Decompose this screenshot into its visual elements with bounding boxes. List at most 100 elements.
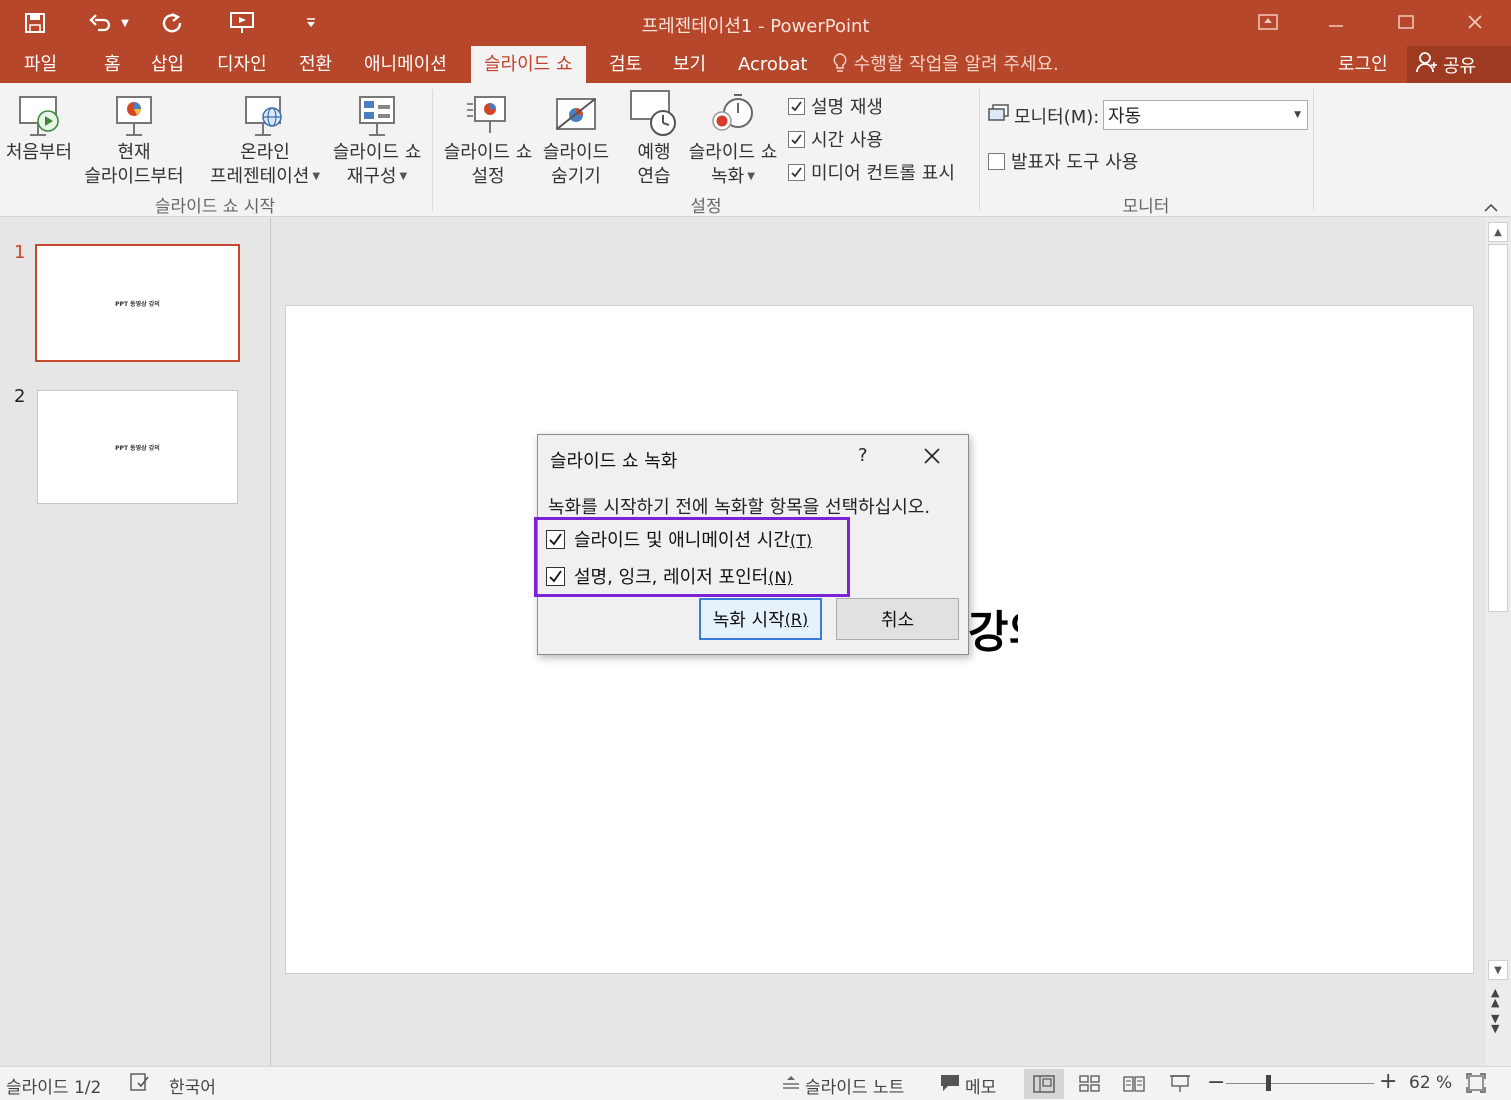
record-slideshow-button[interactable]: 슬라이드 쇼 녹화 ▼ [684,89,782,189]
setup-slideshow-button[interactable]: 슬라이드 쇼 설정 [438,89,538,189]
rehearse-clock-icon [628,89,680,139]
slide-title-text[interactable]: 강의 [968,596,1018,660]
language-indicator[interactable]: 한국어 [169,1073,216,1098]
start-group-label: 슬라이드 쇼 시작 [154,197,276,217]
thumbnail-number: 2 [14,386,26,407]
zoom-level[interactable]: 62 % [1409,1073,1452,1093]
slideshow-current-icon [80,89,188,139]
slide-animation-timings-checkbox[interactable]: 슬라이드 및 애니메이션 시간(T) [546,526,812,552]
monitor-icon [988,103,1010,129]
chevron-down-icon: ▼ [747,171,755,182]
notes-button[interactable]: 슬라이드 노트 [782,1073,904,1098]
presenter-view-label: 발표자 도구 사용 [1011,152,1139,173]
reading-view-icon [1123,1076,1145,1092]
rehearse-label-2: 연습 [637,166,671,187]
thumbnail-text: PPT 동영상 강의 [115,300,160,308]
ribbon-display-options-icon[interactable] [1248,6,1288,38]
option2-label: 설명, 잉크, 레이저 포인터 [574,567,769,588]
checkbox-checked-icon [788,130,805,148]
use-timings-checkbox[interactable]: 시간 사용 [788,126,883,152]
normal-view-button[interactable] [1024,1069,1064,1099]
checkbox-checked-icon [788,97,805,115]
close-icon[interactable] [1455,6,1495,38]
custom-slideshow-button[interactable]: 슬라이드 쇼 재구성 ▼ [328,89,426,189]
tab-transitions[interactable]: 전환 [299,46,332,83]
custom-slideshow-icon [328,89,426,139]
zoom-slider-track[interactable] [1226,1083,1374,1084]
scrollbar-thumb[interactable] [1488,244,1508,612]
status-bar: 슬라이드 1/2 한국어 슬라이드 노트 메모 − + 62 % [0,1066,1511,1100]
slideshow-play-icon [4,89,74,139]
custom-slideshow-label-1: 슬라이드 쇼 [332,142,422,163]
login-link[interactable]: 로그인 [1338,46,1388,83]
start-recording-button[interactable]: 녹화 시작 (R) [699,598,822,640]
tab-view[interactable]: 보기 [673,46,706,83]
fit-to-window-icon[interactable] [1466,1073,1486,1093]
comment-icon [940,1074,960,1097]
checkbox-checked-icon [546,529,565,549]
from-current-button[interactable]: 현재 슬라이드부터 [80,89,188,189]
hide-slide-button[interactable]: 슬라이드 숨기기 [540,89,612,189]
checkbox-checked-icon [546,566,565,586]
start-recording-label: 녹화 시작 [712,610,785,631]
narrations-ink-laser-checkbox[interactable]: 설명, 잉크, 레이저 포인터(N) [546,563,793,589]
maximize-icon[interactable] [1386,6,1426,38]
rehearse-timings-button[interactable]: 예행 연습 [628,89,680,189]
comments-label: 메모 [965,1078,997,1098]
slide-count: 슬라이드 1/2 [6,1078,102,1098]
tab-design[interactable]: 디자인 [217,46,267,83]
record-slideshow-icon [684,89,782,139]
previous-slide-icon[interactable]: ▲ ▲ [1491,987,1499,1008]
ribbon-tab-bar: 파일 홈 삽입 디자인 전환 애니메이션 슬라이드 쇼 검토 보기 Acroba… [0,46,1511,83]
tab-acrobat[interactable]: Acrobat [738,46,807,83]
record-slideshow-label-1: 슬라이드 쇼 [688,142,778,163]
scroll-up-icon[interactable]: ▲ [1488,222,1508,242]
vertical-scrollbar[interactable]: ▲ ▼ ▲ ▲ ▼ ▼ [1484,218,1511,1066]
slide-sorter-button[interactable] [1070,1069,1110,1099]
zoom-in-icon[interactable]: + [1379,1069,1397,1094]
spell-check-icon[interactable] [130,1073,150,1091]
chevron-down-icon: ▼ [1294,110,1301,120]
slideshow-view-button[interactable] [1160,1069,1200,1099]
collapse-ribbon-icon[interactable] [1484,197,1500,212]
tab-insert[interactable]: 삽입 [151,46,184,83]
custom-slideshow-label-2: 재구성 [346,166,397,187]
lightbulb-icon [832,53,854,75]
hide-slide-label-1: 슬라이드 [542,142,610,163]
tab-file[interactable]: 파일 [24,46,57,83]
tab-home[interactable]: 홈 [104,46,121,83]
share-button[interactable]: 공유 [1407,46,1511,83]
zoom-slider-handle[interactable] [1266,1075,1271,1091]
from-beginning-button[interactable]: 처음부터 [4,89,74,165]
tab-review[interactable]: 검토 [609,46,642,83]
comments-button[interactable]: 메모 [940,1073,996,1098]
zoom-out-icon[interactable]: − [1207,1070,1225,1095]
reading-view-button[interactable] [1114,1069,1154,1099]
minimize-icon[interactable] [1316,6,1356,38]
tell-me-box[interactable]: 수행할 작업을 알려 주세요. [832,46,1059,83]
tab-animations[interactable]: 애니메이션 [364,46,447,83]
tab-slide-show[interactable]: 슬라이드 쇼 [471,46,586,83]
use-timings-label: 시간 사용 [811,130,883,151]
notes-icon [782,1075,800,1096]
monitor-dropdown[interactable]: 자동 ▼ [1103,100,1308,130]
present-online-label-2: 프레젠테이션 [209,166,310,187]
show-media-controls-checkbox[interactable]: 미디어 컨트롤 표시 [788,159,955,185]
help-icon[interactable]: ? [858,445,868,466]
share-label: 공유 [1443,55,1477,77]
tell-me-text: 수행할 작업을 알려 주세요. [853,54,1059,75]
dialog-close-icon[interactable] [923,447,943,467]
presenter-view-checkbox[interactable]: 발표자 도구 사용 [988,148,1138,174]
cancel-button[interactable]: 취소 [836,598,959,640]
thumbnail-text: PPT 동영상 강의 [115,444,160,452]
scroll-down-icon[interactable]: ▼ [1488,960,1508,980]
monitor-selector: 모니터(M): [988,103,1099,129]
play-narrations-checkbox[interactable]: 설명 재생 [788,93,883,119]
record-slideshow-dialog: 슬라이드 쇼 녹화 ? 녹화를 시작하기 전에 녹화할 항목을 선택하십시오. … [534,434,969,655]
present-online-button[interactable]: 온라인 프레젠테이션 ▼ [203,89,327,189]
next-slide-icon[interactable]: ▼ ▼ [1491,1013,1499,1034]
slideshow-view-icon [1170,1075,1190,1092]
slide-thumbnail-2[interactable]: PPT 동영상 강의 [37,390,238,504]
slide-thumbnail-1[interactable]: PPT 동영상 강의 [35,244,240,362]
setup-slideshow-label-1: 슬라이드 쇼 [443,142,533,163]
